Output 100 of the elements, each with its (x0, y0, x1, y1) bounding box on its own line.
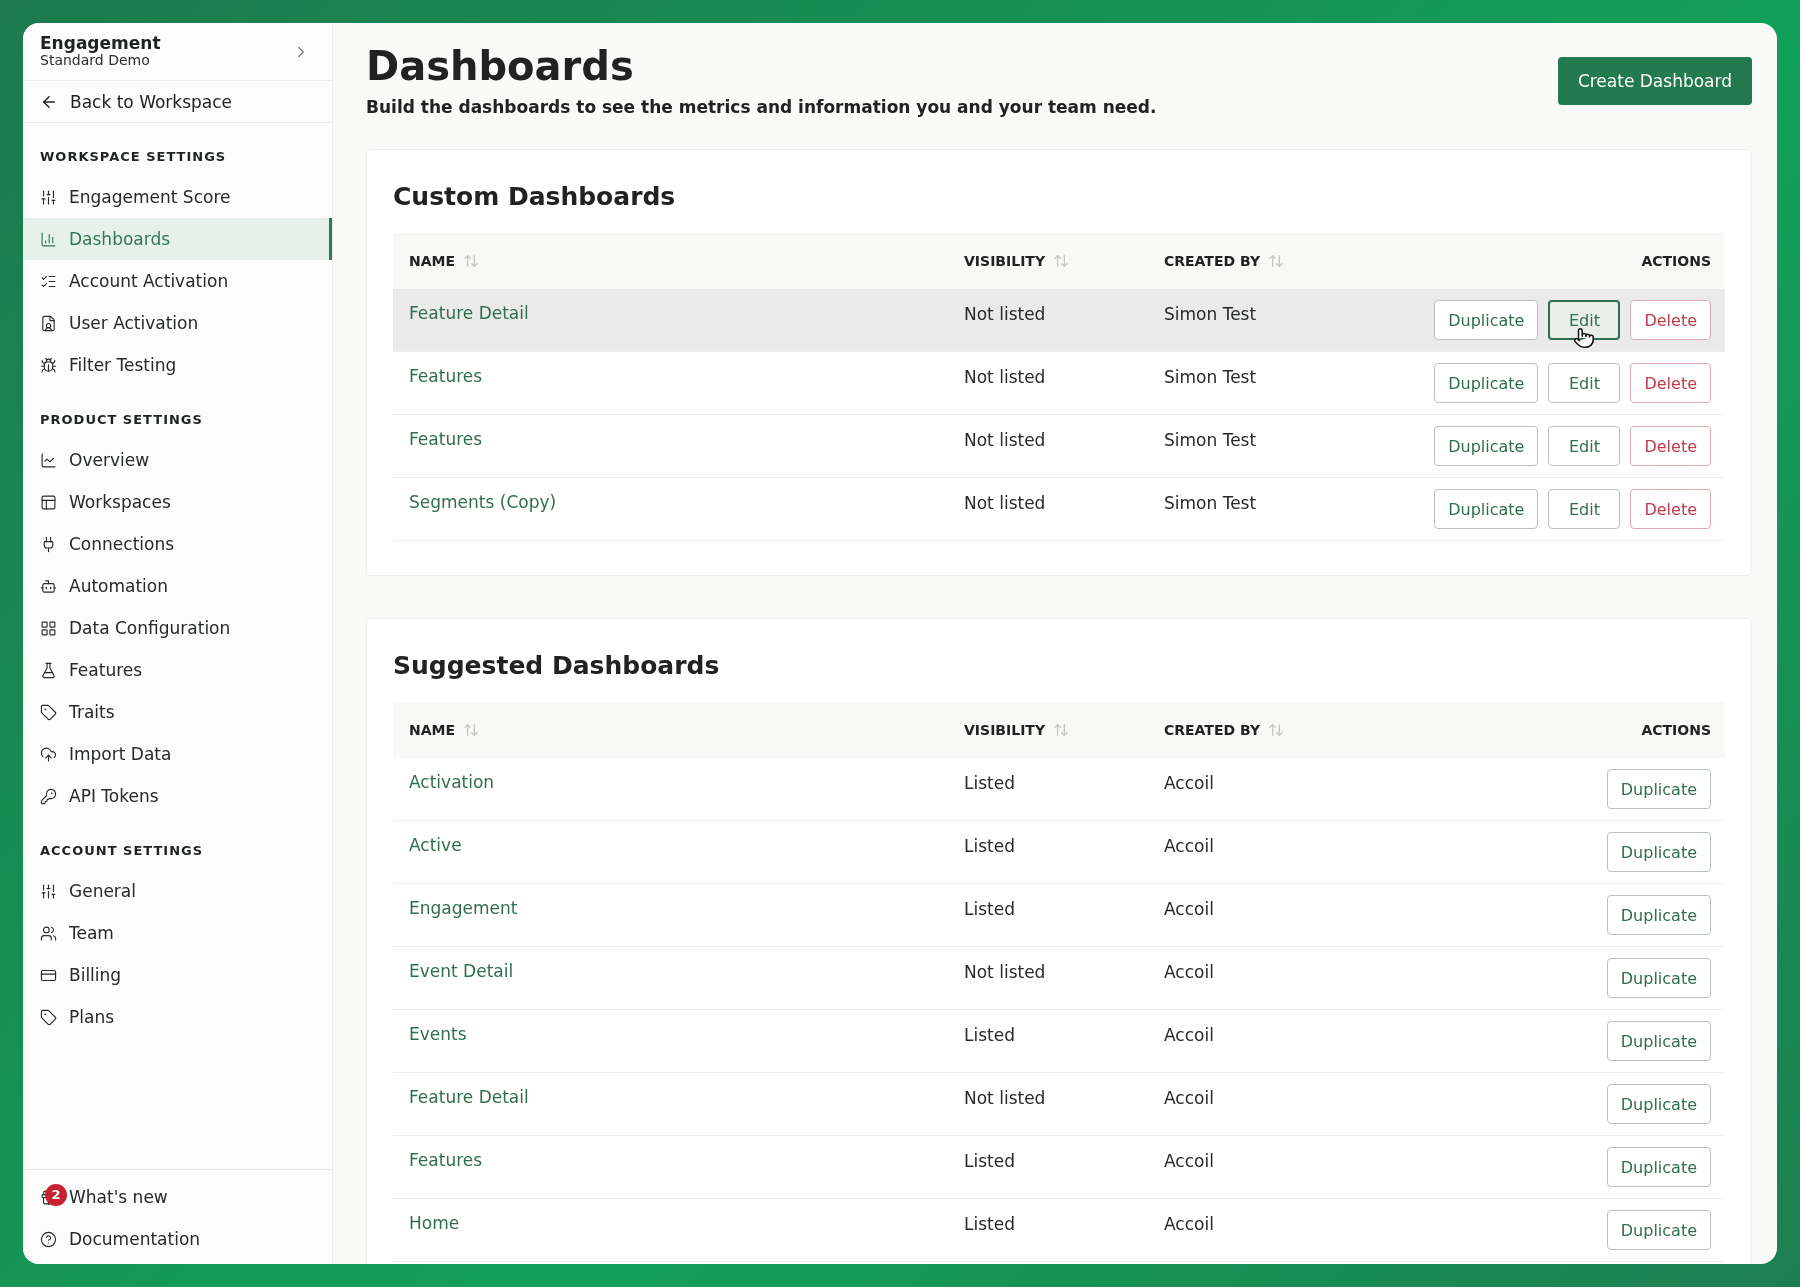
action-button[interactable]: Duplicate (1606, 1021, 1711, 1061)
sidebar-item[interactable]: User Activation (23, 302, 332, 344)
table-cell-text: Listed (964, 1024, 1016, 1045)
action-button[interactable]: Edit (1548, 489, 1621, 529)
dashboard-link[interactable]: Feature Detail (409, 1073, 964, 1107)
dashboard-link[interactable]: Events (409, 1010, 964, 1044)
sidebar-item[interactable]: Plans (23, 996, 332, 1038)
dashboard-link[interactable]: Event Detail (409, 947, 964, 981)
nav-icon (40, 787, 57, 805)
help-icon (40, 1230, 57, 1248)
sidebar-item[interactable]: Billing (23, 954, 332, 996)
dashboard-link[interactable]: Features (409, 415, 964, 449)
action-button[interactable]: Duplicate (1434, 426, 1539, 466)
nav-icon (40, 924, 57, 942)
sidebar-item[interactable]: Data Configuration (23, 607, 332, 649)
table-cell-text: Listed (964, 1213, 1016, 1234)
dashboard-link[interactable]: Active (409, 821, 964, 855)
sidebar-item[interactable]: 2 What's new (23, 1176, 332, 1218)
section-title: WORKSPACE SETTINGS (39, 148, 228, 166)
sidebar-item[interactable]: Documentation (23, 1218, 332, 1260)
column-header: NAME (409, 722, 456, 738)
nav-icon (40, 619, 57, 637)
count-badge: 2 (45, 1183, 67, 1206)
action-button[interactable]: Duplicate (1434, 489, 1539, 529)
create-dashboard-button[interactable]: Create Dashboard (1557, 57, 1752, 105)
sidebar-item[interactable]: Filter Testing (23, 344, 332, 386)
workspace-name: Engagement (40, 33, 161, 53)
table-cell-text: Not listed (964, 366, 1047, 387)
dashboard-link[interactable]: Home (409, 1199, 964, 1233)
sort-icon[interactable] (1053, 253, 1070, 269)
action-button[interactable]: Duplicate (1606, 895, 1711, 935)
sidebar-item[interactable]: Workspaces (23, 481, 332, 523)
action-button[interactable]: Delete (1630, 363, 1711, 403)
table-cell-text: Listed (964, 898, 1016, 919)
action-button[interactable]: Edit (1548, 363, 1621, 403)
table-cell-text: Simon Test (1164, 303, 1258, 324)
dashboard-link[interactable]: Features (409, 1136, 964, 1170)
table-cell-text: Not listed (964, 492, 1047, 513)
dashboard-link[interactable]: Feature Detail (409, 289, 964, 323)
sort-icon[interactable] (463, 722, 480, 738)
action-button[interactable]: Delete (1630, 426, 1711, 466)
sidebar-item[interactable]: Features (23, 649, 332, 691)
table-cell-text: Accoil (1164, 772, 1215, 793)
table-cell-text: Accoil (1164, 1150, 1215, 1171)
sidebar-item[interactable]: Overview (23, 439, 332, 481)
action-button[interactable]: Duplicate (1606, 958, 1711, 998)
nav-icon (40, 188, 57, 206)
dashboard-link[interactable]: Features (409, 352, 964, 386)
sort-icon[interactable] (1268, 253, 1285, 269)
sidebar-item[interactable]: Engagement Score (23, 176, 332, 218)
action-button[interactable]: Duplicate (1606, 832, 1711, 872)
table-cell-text: Simon Test (1164, 492, 1258, 513)
table-cell-text: Listed (964, 772, 1016, 793)
column-header: CREATED BY (1164, 722, 1261, 738)
action-button[interactable]: Duplicate (1434, 300, 1539, 340)
table-cell-text: Listed (964, 835, 1016, 856)
sort-icon[interactable] (1268, 722, 1285, 738)
action-button[interactable]: Duplicate (1606, 769, 1711, 809)
action-button[interactable]: Duplicate (1606, 1147, 1711, 1187)
sort-icon[interactable] (1053, 722, 1070, 738)
dashboard-link[interactable]: Segments (Copy) (409, 478, 964, 512)
sidebar-item[interactable]: Import Data (23, 733, 332, 775)
back-link[interactable]: Back to Workspace (23, 81, 332, 123)
sidebar-item[interactable]: Automation (23, 565, 332, 607)
sidebar-item[interactable]: Connections (23, 523, 332, 565)
sidebar-item[interactable]: Team (23, 912, 332, 954)
nav-icon (40, 577, 57, 595)
section-title: PRODUCT SETTINGS (39, 411, 204, 429)
table-cell-text: Simon Test (1164, 366, 1258, 387)
dashboard-link[interactable]: Engagement (409, 884, 964, 918)
table-cell-text: Accoil (1164, 898, 1215, 919)
table-cell-text: Accoil (1164, 1087, 1215, 1108)
action-button[interactable]: Delete (1630, 300, 1711, 340)
nav-icon (40, 356, 57, 374)
sort-icon[interactable] (463, 253, 480, 269)
action-button[interactable]: Duplicate (1606, 1210, 1711, 1250)
nav-icon (40, 1008, 57, 1026)
sidebar-item[interactable]: Account Activation (23, 260, 332, 302)
action-button[interactable]: Edit (1548, 300, 1621, 340)
sidebar-item[interactable]: Traits (23, 691, 332, 733)
action-button[interactable]: Edit (1548, 426, 1621, 466)
nav-icon (40, 451, 57, 469)
nav-icon (40, 882, 57, 900)
section-title: ACCOUNT SETTINGS (39, 842, 205, 860)
column-header: CREATED BY (1164, 253, 1261, 269)
sidebar-item[interactable]: General (23, 870, 332, 912)
action-button[interactable]: Duplicate (1434, 363, 1539, 403)
sidebar-item[interactable]: API Tokens (23, 775, 332, 817)
page-title: Dashboards (366, 43, 635, 89)
nav-icon (40, 745, 57, 763)
sidebar-item[interactable]: Dashboards (23, 218, 332, 260)
dashboard-link[interactable]: Activation (409, 758, 964, 792)
hand-cursor-icon (1573, 327, 1595, 349)
nav-icon (40, 703, 57, 721)
action-button[interactable]: Delete (1630, 489, 1711, 529)
action-button[interactable]: Duplicate (1606, 1084, 1711, 1124)
nav-icon (40, 493, 57, 511)
table-cell-text: Not listed (964, 303, 1047, 324)
table-cell-text: Accoil (1164, 1024, 1215, 1045)
workspace-switcher[interactable]: Engagement Standard Demo (23, 23, 332, 81)
